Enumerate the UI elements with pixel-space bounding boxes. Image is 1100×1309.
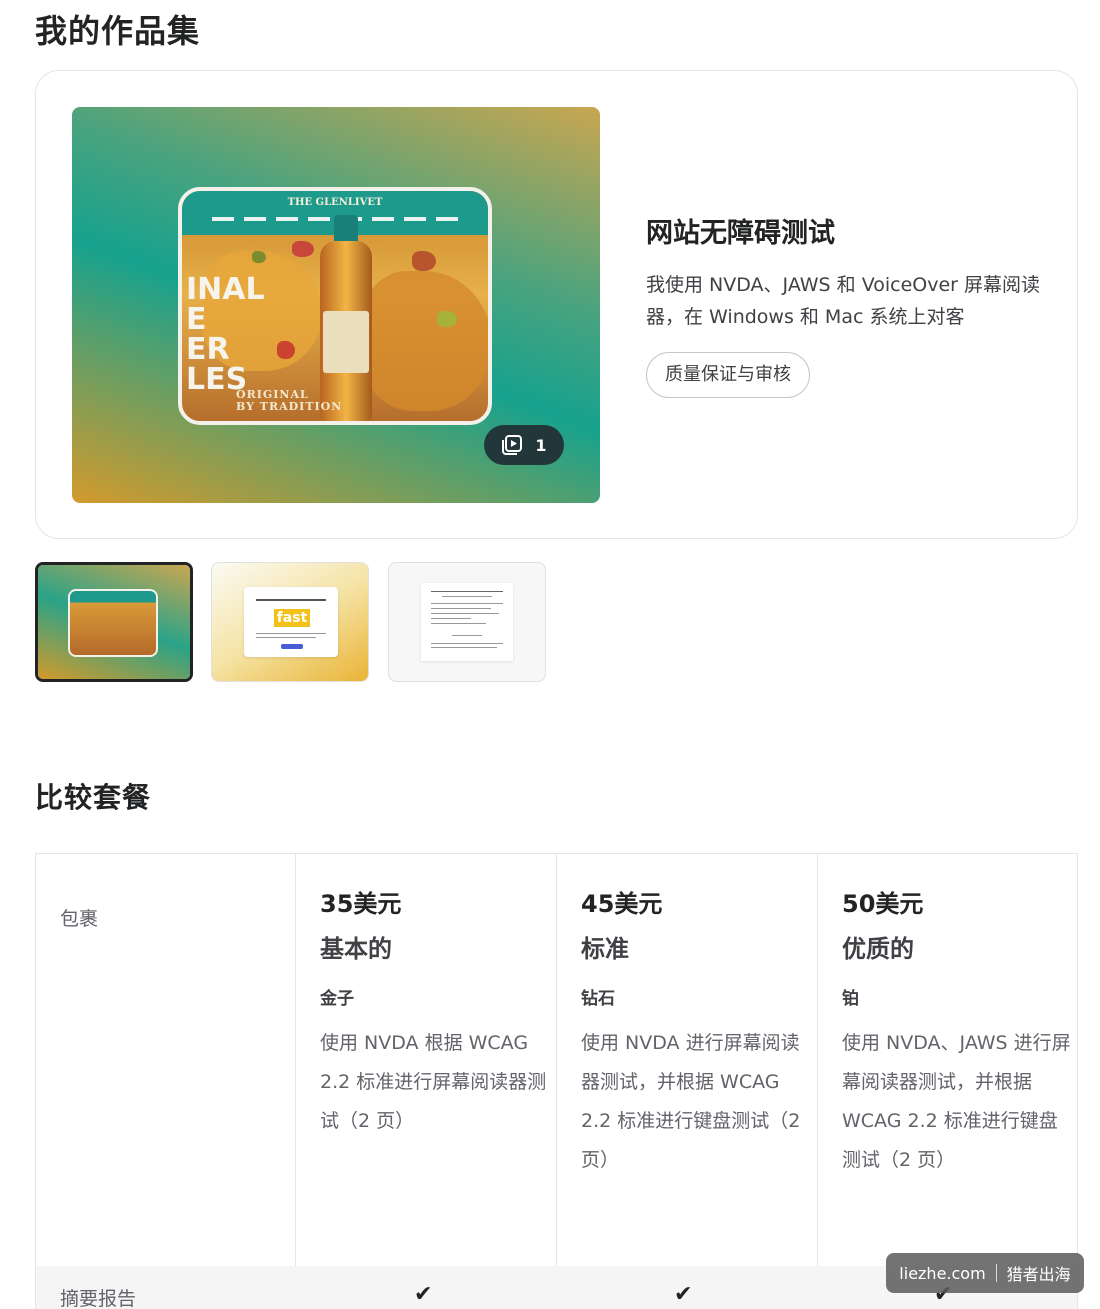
project-title: 网站无障碍测试 xyxy=(646,218,835,249)
portfolio-heading: 我的作品集 xyxy=(35,12,201,50)
package-price: 35美元 xyxy=(320,890,402,918)
check-icon: ✔ xyxy=(414,1282,433,1307)
project-description: 我使用 NVDA、JAWS 和 VoiceOver 屏幕阅读器，在 Window… xyxy=(646,274,1041,328)
package-price: 50美元 xyxy=(842,890,924,918)
check-icon: ✔ xyxy=(674,1282,693,1307)
package-description: 使用 NVDA、JAWS 进行屏幕阅读器测试，并根据 WCAG 2.2 标准进行… xyxy=(842,1032,1071,1171)
gallery-count-badge[interactable]: 1 xyxy=(484,425,564,465)
site-watermark: liezhe.com 猎者出海 xyxy=(886,1253,1084,1293)
package-name: 标准 xyxy=(581,935,629,963)
thumbnail-2-card: fast xyxy=(244,587,338,657)
package-standard[interactable]: 45美元 标准 钻石 使用 NVDA 进行屏幕阅读器测试，并根据 WCAG 2.… xyxy=(581,884,811,1180)
thumbnail-3[interactable] xyxy=(388,562,546,682)
thumbnail-2[interactable]: fast xyxy=(211,562,369,682)
hero-small-text: ORIGINAL BY TRADITION xyxy=(236,388,343,413)
package-description: 使用 NVDA 进行屏幕阅读器测试，并根据 WCAG 2.2 标准进行键盘测试（… xyxy=(581,1032,801,1171)
portfolio-card: THE GLENLIVET INAL E ER LES ORIGINAL BY … xyxy=(35,70,1078,539)
package-description: 使用 NVDA 根据 WCAG 2.2 标准进行屏幕阅读器测试（2 页） xyxy=(320,1032,547,1132)
package-name: 基本的 xyxy=(320,935,392,963)
package-price: 45美元 xyxy=(581,890,663,918)
row-label-summary: 摘要报告 xyxy=(60,1288,137,1309)
hero-website-screenshot: THE GLENLIVET INAL E ER LES ORIGINAL BY … xyxy=(178,187,492,425)
package-tier: 钻石 xyxy=(581,989,615,1009)
compare-packages-table: 包裹 35美元 基本的 金子 使用 NVDA 根据 WCAG 2.2 标准进行屏… xyxy=(35,853,1078,1309)
project-hero-image[interactable]: THE GLENLIVET INAL E ER LES ORIGINAL BY … xyxy=(72,107,600,503)
row-label-package: 包裹 xyxy=(60,908,99,930)
watermark-site: liezhe.com xyxy=(899,1263,986,1283)
gallery-icon xyxy=(502,435,523,455)
hero-site-logo: THE GLENLIVET xyxy=(287,197,383,208)
watermark-brand: 猎者出海 xyxy=(1006,1265,1071,1284)
hero-big-text: INAL E ER LES xyxy=(186,272,265,397)
package-tier: 金子 xyxy=(320,989,354,1009)
thumbnail-1-screen xyxy=(68,589,158,657)
thumbnail-1[interactable] xyxy=(35,562,193,682)
thumbnail-2-fast-label: fast xyxy=(274,609,310,627)
gallery-count: 1 xyxy=(535,435,547,455)
package-tier: 铂 xyxy=(842,989,859,1009)
package-name: 优质的 xyxy=(842,935,914,963)
page: 我的作品集 THE GLENLIVET INAL E ER LES ORIGIN… xyxy=(0,0,1100,1309)
compare-heading: 比较套餐 xyxy=(35,781,152,814)
thumbnail-3-document xyxy=(421,583,513,661)
package-premium[interactable]: 50美元 优质的 铂 使用 NVDA、JAWS 进行屏幕阅读器测试，并根据 WC… xyxy=(842,884,1072,1180)
package-basic[interactable]: 35美元 基本的 金子 使用 NVDA 根据 WCAG 2.2 标准进行屏幕阅读… xyxy=(320,884,550,1141)
bottle-label xyxy=(323,311,369,373)
project-category-tag[interactable]: 质量保证与审核 xyxy=(646,352,810,398)
watermark-divider xyxy=(995,1264,997,1282)
